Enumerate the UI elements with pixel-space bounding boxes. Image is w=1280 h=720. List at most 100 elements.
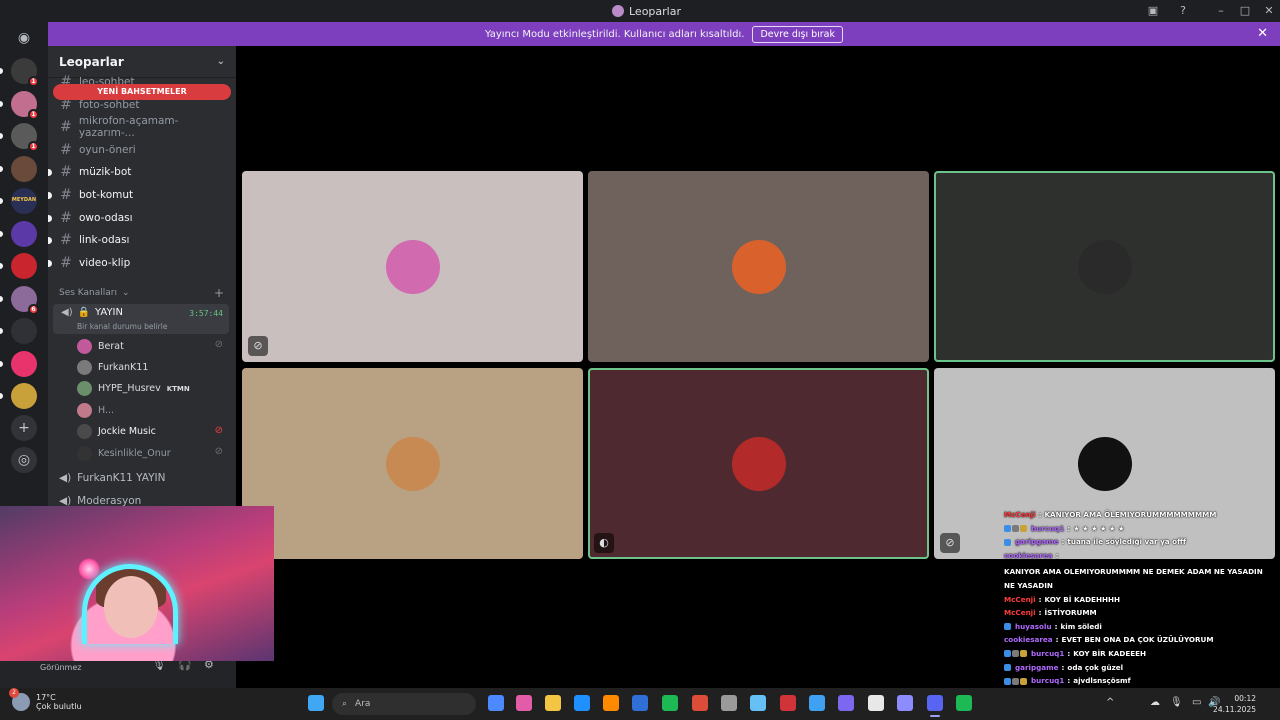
channel-name: bot-komut: [79, 189, 134, 201]
channel-müzik-bot[interactable]: # müzik-bot: [48, 162, 232, 182]
chat-separator: :: [1038, 608, 1042, 618]
taskbar-app-icon[interactable]: [927, 695, 943, 717]
channel-video-klip[interactable]: # video-klip: [48, 253, 232, 273]
hashtag-icon: #: [60, 254, 72, 271]
server-icon-5[interactable]: MEYDAN: [11, 188, 37, 214]
display-icon[interactable]: ▭: [1192, 697, 1201, 708]
unread-pill: [0, 295, 3, 302]
inbox-icon[interactable]: ▣: [1146, 4, 1160, 18]
participant-tile[interactable]: [242, 368, 583, 559]
user-status[interactable]: Görünmez: [40, 663, 81, 672]
chat-separator: :: [1061, 662, 1065, 672]
taskbar-app-icon[interactable]: [488, 695, 504, 711]
avatar: [77, 402, 92, 418]
taskbar-app-icon[interactable]: [956, 695, 972, 711]
taskbar-app-icon[interactable]: [545, 695, 561, 711]
channel-mikrofon-açamam-yazarım-[interactable]: # mikrofon-açamam-yazarım-...: [56, 115, 232, 140]
taskbar-app-icon[interactable]: [897, 695, 913, 711]
new-mentions-pill[interactable]: YENİ BAHSETMELER: [53, 84, 231, 100]
voice-channel-furkan[interactable]: ◀) FurkanK11 YAYIN: [59, 472, 235, 484]
taskbar-app-icon[interactable]: [809, 695, 825, 711]
taskbar-app-icon[interactable]: [721, 695, 737, 711]
voice-user[interactable]: HYPE_Husrev KTMN: [77, 379, 227, 399]
chat-badges: [1004, 535, 1012, 549]
server-icon-3[interactable]: 1: [11, 123, 39, 152]
chat-username: cookiesarea: [1004, 550, 1053, 560]
add-voice-channel-icon[interactable]: +: [214, 286, 224, 300]
channel-oyun-öneri[interactable]: # oyun-öneri: [56, 140, 232, 160]
voice-user[interactable]: FurkanK11: [77, 357, 227, 377]
server-icon-9[interactable]: [11, 318, 37, 344]
avatar: [77, 445, 92, 461]
close-window-icon[interactable]: ✕: [1262, 4, 1276, 18]
minimize-icon[interactable]: –: [1214, 4, 1228, 18]
start-button-icon[interactable]: [308, 695, 324, 711]
taskbar-app-icon[interactable]: [692, 695, 708, 711]
chat-message: McCenji: KANIYOR AMA ÖLEMIYORUMMMMMMMMM: [1000, 508, 1280, 522]
participant-tile[interactable]: [588, 171, 929, 362]
weather-widget[interactable]: 2 17°C Çok bulutlu: [9, 688, 82, 711]
voice-category[interactable]: Ses Kanalları ⌄: [59, 288, 130, 298]
taskbar-app-icon[interactable]: [574, 695, 590, 711]
voice-user[interactable]: Berat ⊘: [77, 336, 227, 356]
server-icon-11[interactable]: [11, 383, 37, 409]
server-icon-6[interactable]: [11, 220, 37, 247]
taskbar-app-icon[interactable]: [868, 695, 884, 711]
headset-off-icon: ◐: [594, 533, 614, 553]
chat-username: McCenji: [1004, 510, 1036, 519]
taskbar-app-icon[interactable]: [838, 695, 854, 711]
cloud-icon[interactable]: ☁: [1150, 697, 1160, 708]
chat-separator: :: [1055, 550, 1059, 560]
chat-separator: :: [1061, 537, 1065, 547]
unread-pill: [0, 263, 3, 269]
help-icon[interactable]: ?: [1176, 4, 1190, 18]
taskbar-app-icon[interactable]: [780, 695, 796, 711]
muted-icon: ⊘: [214, 339, 223, 350]
voice-user[interactable]: Kesinlikle_Onur ⊘: [77, 443, 227, 463]
microphone-tray-icon[interactable]: 🎙: [1170, 697, 1183, 708]
participant-avatar: [1077, 239, 1132, 294]
taskbar-app-icon[interactable]: [750, 695, 766, 711]
channel-owo-odası[interactable]: # owo-odası: [48, 208, 232, 228]
voice-user[interactable]: H...: [77, 400, 227, 420]
server-icon-8[interactable]: 6: [11, 285, 39, 315]
chevron-up-icon[interactable]: ^: [1106, 697, 1114, 708]
participant-tile[interactable]: ⊘: [242, 171, 583, 362]
channel-name: mikrofon-açamam-yazarım-...: [78, 115, 179, 140]
close-banner-icon[interactable]: ✕: [1257, 26, 1268, 41]
participant-avatar: [385, 239, 440, 294]
muted-icon: ⊘: [214, 424, 223, 436]
channel-bot-komut[interactable]: # bot-komut: [48, 185, 232, 205]
participant-tile[interactable]: [934, 171, 1275, 362]
server-icon-2[interactable]: 1: [11, 90, 39, 120]
channel-link-odası[interactable]: # link-odası: [48, 230, 232, 250]
taskbar-app-icon[interactable]: [516, 695, 532, 711]
clock[interactable]: 00:12 24.11.2025: [1213, 693, 1256, 715]
channel-name: link-odası: [79, 234, 130, 247]
voice-channel-yayin[interactable]: ◀) 🔒 YAYIN 3:57:44 Bir kanal durumu beli…: [53, 304, 229, 334]
server-icon-label: MEYDAN: [11, 197, 37, 203]
channel-status-text[interactable]: Bir kanal durumu belirle: [77, 322, 167, 331]
maximize-icon[interactable]: □: [1238, 4, 1252, 18]
clock-time: 00:12: [1234, 694, 1256, 703]
banner-text: Yayıncı Modu etkinleştirildi. Kullanıcı …: [484, 28, 745, 40]
discover-icon[interactable]: ◎: [11, 447, 37, 473]
taskbar-app-icon[interactable]: [662, 695, 678, 711]
server-icon-1[interactable]: 1: [11, 58, 39, 87]
server-icon-10[interactable]: [11, 350, 37, 377]
taskbar-app-icon[interactable]: [603, 695, 619, 711]
chat-text: EVET BEN ONA DA ÇOK ÜZÜLÜYORUM: [1061, 635, 1214, 645]
chat-message: McCenji: İSTİYORUMM: [1000, 606, 1280, 620]
server-icon-7[interactable]: [11, 253, 37, 279]
chevron-down-icon: ⌄: [216, 56, 225, 67]
participant-tile[interactable]: ◐: [588, 368, 929, 559]
taskbar-app-icon[interactable]: [632, 695, 648, 711]
add-server-icon[interactable]: +: [11, 415, 37, 441]
server-icon-4[interactable]: [11, 155, 37, 182]
disable-streamer-mode-button[interactable]: Devre dışı bırak: [752, 25, 844, 43]
taskbar-search[interactable]: ⌕ Ara: [332, 693, 476, 715]
unread-pill: [0, 360, 3, 367]
voice-user[interactable]: Jockie Music ⊘: [77, 422, 227, 442]
unread-pill: [0, 100, 3, 107]
discord-home-icon[interactable]: ◉: [11, 28, 37, 48]
